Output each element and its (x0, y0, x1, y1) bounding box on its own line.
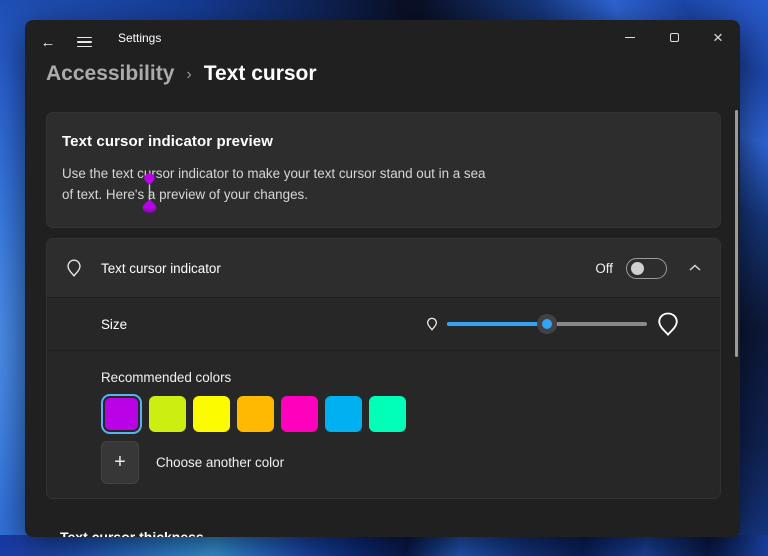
minimize-icon (625, 37, 635, 38)
maximize-icon (670, 33, 679, 42)
desktop-wallpaper: ← Settings × Accessibili (0, 0, 768, 556)
indicator-toggle-switch[interactable] (626, 258, 667, 279)
preview-card-body: Use the text cursor indicator to make yo… (62, 163, 702, 205)
titlebar: ← Settings × (25, 20, 740, 56)
breadcrumb-accessibility[interactable]: Accessibility (46, 62, 174, 86)
breadcrumb-separator-icon: › (186, 65, 191, 84)
page-title: Text cursor (204, 62, 317, 86)
maximize-button[interactable] (652, 20, 696, 54)
preview-body-line1: Use the text cursor indicator to make yo… (62, 163, 702, 184)
toggle-knob (631, 262, 644, 275)
settings-content: Text cursor indicator preview Use the te… (46, 112, 721, 537)
minimize-button[interactable] (608, 20, 652, 54)
chevron-up-icon[interactable] (684, 257, 706, 279)
text-cursor-thickness-heading: Text cursor thickness (60, 529, 721, 537)
color-swatch-lime[interactable] (149, 396, 186, 432)
text-cursor-indicator-preview-icon (141, 173, 158, 213)
app-title: Settings (118, 20, 161, 56)
choose-another-color-row: + Choose another color (101, 441, 702, 484)
size-slider[interactable] (447, 314, 647, 334)
size-label: Size (101, 317, 127, 332)
choose-color-label: Choose another color (156, 455, 284, 470)
text-cursor-indicator-icon (62, 256, 86, 280)
color-swatch-blue[interactable] (325, 396, 362, 432)
window-controls: × (608, 20, 740, 54)
preview-card-heading: Text cursor indicator preview (62, 133, 702, 150)
back-arrow-icon: ← (41, 34, 56, 51)
large-indicator-icon (654, 310, 682, 338)
color-swatch-purple[interactable] (105, 398, 138, 430)
breadcrumb: Accessibility › Text cursor (46, 62, 317, 86)
indicator-row-label: Text cursor indicator (101, 261, 221, 276)
slider-thumb[interactable] (537, 314, 557, 334)
hamburger-icon (77, 37, 92, 39)
close-icon: × (713, 29, 723, 46)
vertical-scrollbar[interactable] (735, 110, 738, 357)
navigation-menu-button[interactable] (70, 29, 98, 55)
preview-body-line2: of text. Here's a preview of your change… (62, 184, 702, 205)
size-row: Size (47, 298, 720, 350)
slider-fill (447, 322, 547, 326)
wallpaper-bottom-ribbons (0, 535, 768, 556)
color-swatch-yellow[interactable] (193, 396, 230, 432)
text-cursor-indicator-group: Text cursor indicator Off Size (46, 238, 721, 499)
color-swatch-mint[interactable] (369, 396, 406, 432)
selected-swatch-ring (101, 394, 142, 434)
size-slider-group (424, 310, 682, 338)
text-cursor-indicator-row[interactable]: Text cursor indicator Off (47, 239, 720, 297)
color-swatch-pink[interactable] (281, 396, 318, 432)
settings-window: ← Settings × Accessibili (25, 20, 740, 537)
toggle-state-label: Off (595, 261, 613, 276)
plus-icon: + (114, 451, 126, 474)
back-button[interactable]: ← (34, 29, 62, 55)
color-swatch-orange[interactable] (237, 396, 274, 432)
recommended-colors-heading: Recommended colors (101, 370, 702, 385)
color-swatch-row (101, 394, 702, 434)
choose-color-button[interactable]: + (101, 441, 139, 484)
recommended-colors-row: Recommended colors + (47, 351, 720, 498)
small-indicator-icon (424, 316, 440, 332)
close-button[interactable]: × (696, 20, 740, 54)
text-cursor-preview-card: Text cursor indicator preview Use the te… (46, 112, 721, 228)
